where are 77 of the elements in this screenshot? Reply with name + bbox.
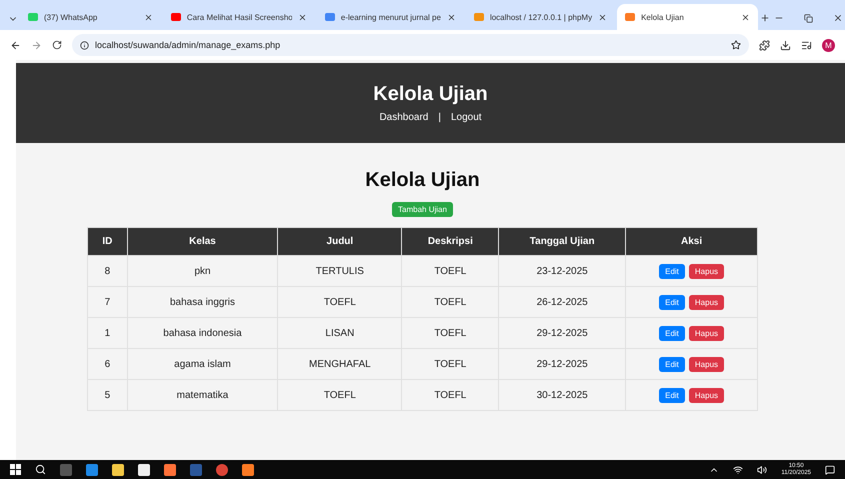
info-icon[interactable] (80, 40, 89, 50)
table-cell: 5 (88, 380, 128, 410)
table-cell: pkn (127, 256, 278, 286)
table-cell: 30-12-2025 (498, 380, 626, 410)
table-cell: bahasa inggris (127, 286, 278, 318)
column-header: ID (88, 228, 128, 256)
delete-button[interactable]: Hapus (688, 356, 724, 372)
browser-tab[interactable]: localhost / 127.0.0.1 | phpMy (466, 4, 616, 30)
edit-button[interactable]: Edit (659, 294, 685, 310)
reload-icon[interactable] (52, 40, 62, 50)
tab-title: localhost / 127.0.0.1 | phpMy (490, 12, 592, 22)
close-icon[interactable] (832, 13, 843, 23)
table-cell: 29-12-2025 (498, 318, 626, 348)
table-cell: TOEFL (278, 380, 402, 410)
edit-button[interactable]: Edit (659, 326, 685, 340)
table-cell: TERTULIS (278, 256, 402, 286)
table-cell: matematika (127, 380, 278, 410)
wifi-icon[interactable] (733, 464, 744, 474)
browser-tab[interactable]: Kelola Ujian (617, 4, 758, 30)
address-field[interactable]: localhost/suwanda/admin/manage_exams.php (72, 34, 749, 56)
forward-icon[interactable] (31, 40, 42, 50)
delete-button[interactable]: Hapus (688, 294, 724, 310)
table-cell: bahasa indonesia (127, 318, 278, 348)
table-cell: LISAN (278, 318, 402, 348)
profile-avatar[interactable]: M (822, 38, 835, 52)
notification-icon[interactable] (825, 464, 835, 474)
tab-title: e-learning menurut jurnal pe (340, 12, 441, 22)
close-icon[interactable] (144, 12, 153, 22)
table-cell: TOEFL (402, 380, 499, 410)
restore-icon[interactable] (804, 14, 813, 23)
browser-tab[interactable]: (37) WhatsApp (20, 4, 161, 30)
site-title: Kelola Ujian (373, 83, 488, 106)
tab-title: Kelola Ujian (641, 12, 685, 22)
extensions-icon[interactable] (759, 40, 770, 50)
column-header: Judul (278, 228, 402, 256)
tab-title: (37) WhatsApp (44, 12, 98, 22)
table-cell: agama islam (127, 348, 278, 380)
media-icon[interactable] (801, 40, 812, 50)
dashboard-link[interactable]: Dashboard (379, 112, 428, 123)
edit-button[interactable]: Edit (659, 264, 685, 278)
add-exam-button[interactable]: Tambah Ujian (392, 202, 453, 217)
table-cell: 6 (88, 348, 128, 380)
close-icon[interactable] (598, 12, 608, 22)
table-cell: TOEFL (402, 318, 499, 348)
windows-icon[interactable] (10, 464, 21, 475)
column-header: Kelas (127, 228, 278, 256)
table-cell: 7 (88, 286, 128, 318)
table-cell: 29-12-2025 (498, 348, 626, 380)
edit-button[interactable]: Edit (659, 388, 685, 402)
delete-button[interactable]: Hapus (688, 388, 724, 402)
close-icon[interactable] (298, 12, 307, 22)
table-cell: TOEFL (402, 286, 499, 318)
page-title: Kelola Ujian (365, 169, 480, 192)
table-cell: MENGHAFAL (278, 348, 402, 380)
table-cell: 26-12-2025 (498, 286, 626, 318)
column-header: Tanggal Ujian (498, 228, 626, 256)
star-icon[interactable] (731, 40, 741, 50)
delete-button[interactable]: Hapus (688, 264, 724, 278)
browser-tab[interactable]: e-learning menurut jurnal pe (316, 4, 464, 30)
new-tab-icon[interactable] (760, 13, 770, 23)
nav-separator: | (438, 112, 441, 123)
table-cell: 23-12-2025 (498, 256, 626, 286)
back-icon[interactable] (10, 40, 21, 50)
close-icon[interactable] (740, 12, 750, 22)
table-cell: TOEFL (402, 256, 499, 286)
table-cell: 1 (88, 318, 128, 348)
table-cell: 8 (88, 256, 128, 286)
download-icon[interactable] (780, 40, 791, 50)
logout-link[interactable]: Logout (450, 112, 482, 123)
column-header: Deskripsi (402, 228, 499, 256)
table-cell: TOEFL (278, 286, 402, 318)
table-cell: TOEFL (402, 348, 499, 380)
volume-icon[interactable] (757, 464, 768, 474)
delete-button[interactable]: Hapus (688, 326, 724, 340)
close-icon[interactable] (446, 12, 456, 22)
column-header: Aksi (626, 228, 758, 256)
edit-button[interactable]: Edit (659, 356, 685, 372)
